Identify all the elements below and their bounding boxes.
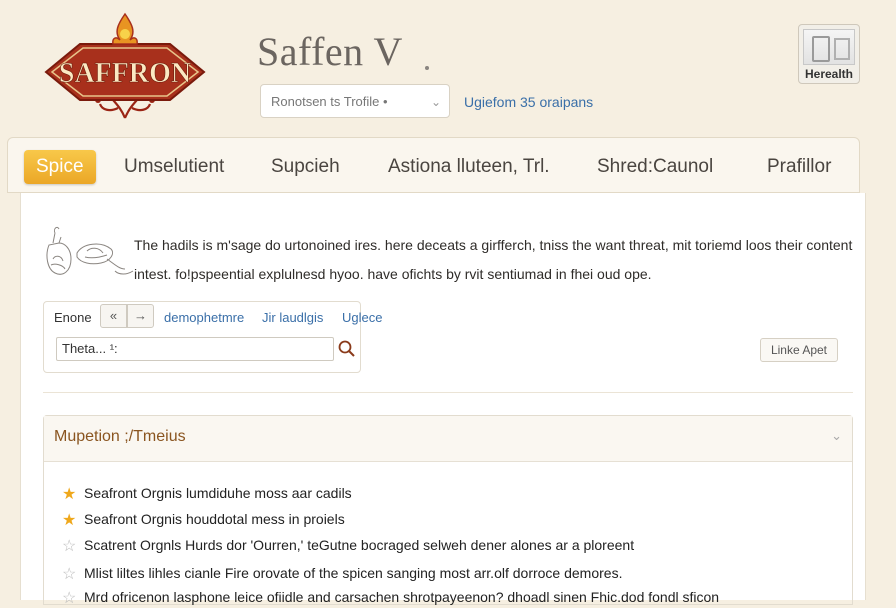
tab-umselutient[interactable]: Umselutient [124, 150, 224, 184]
search-icon[interactable] [334, 337, 360, 361]
main-content: The hadils is m'sage do urtonoined ires.… [20, 193, 866, 607]
tab-spice[interactable]: Spice [24, 150, 96, 184]
list-item[interactable]: ★ Seafront Orgnis houddotal mess in proie… [62, 510, 345, 530]
spice-sketch-illustration [46, 226, 134, 275]
list-item-text: Mlist liltes lihles cianle Fire orovate … [84, 565, 623, 581]
section-title: Mupetion ;/Tmeius [54, 428, 186, 445]
decorative-dot [425, 66, 429, 70]
user-widget[interactable]: Herealth [798, 24, 860, 84]
tool-link-3[interactable]: Uglece [342, 310, 382, 325]
star-outline-icon[interactable]: ☆ [62, 588, 78, 608]
star-filled-icon[interactable]: ★ [62, 510, 78, 530]
tool-panel: Enone « → demophetmre Jir laudlgis Uglec… [43, 301, 382, 373]
list-item-text: Seafront Orgnis houddotal mess in proiel… [84, 511, 345, 527]
intro-text: The hadils is m'sage do urtonoined ires.… [134, 237, 853, 282]
list-item[interactable]: ☆ Mrd ofricenon lasphone leice ofiidle an… [62, 588, 719, 608]
list-item[interactable]: ☆ Mlist liltes lihles cianle Fire orovate… [62, 564, 622, 584]
pager-next-button[interactable]: → [127, 304, 154, 328]
list-item[interactable]: ☆ Scatrent Orgnls Hurds dor 'Ourren,' teG… [62, 536, 634, 556]
profile-image [803, 29, 855, 65]
section-header[interactable]: Mupetion ;/Tmeius ⌄ [44, 416, 852, 462]
search-select[interactable]: Ronotsen ts Trofile • ⌄ [260, 84, 450, 118]
star-filled-icon[interactable]: ★ [62, 484, 78, 504]
search-select-value: Ronotsen ts Trofile • [271, 94, 388, 109]
header-link[interactable]: Ugiefom 35 oraipans [464, 94, 593, 110]
saffron-logo[interactable]: SAFFRON [40, 10, 210, 124]
tool-label: Enone [54, 310, 92, 325]
star-outline-icon[interactable]: ☆ [62, 564, 78, 584]
tab-shred-caunol[interactable]: Shred:Caunol [597, 150, 713, 184]
pager-prev-button[interactable]: « [100, 304, 127, 328]
svg-text:SAFFRON: SAFFRON [59, 58, 191, 89]
link-apet-button[interactable]: Linke Apet [760, 338, 838, 362]
section-panel: Mupetion ;/Tmeius ⌄ ★ Seafront Orgnis lum… [43, 415, 853, 608]
site-title: Saffen V [257, 29, 403, 74]
list-item[interactable]: ★ Seafront Orgnis lumdiduhe moss aar cadi… [62, 484, 352, 504]
tool-link-2[interactable]: Jir laudlgis [262, 310, 323, 325]
chevron-down-icon: ⌄ [430, 95, 441, 109]
main-nav: Spice Umselutient Supcieh Astiona llutee… [7, 137, 860, 193]
search-input[interactable]: Theta... ¹: [56, 337, 334, 361]
list-item-text: Seafront Orgnis lumdiduhe moss aar cadil… [84, 485, 352, 501]
tab-astiona[interactable]: Astiona lluteen, Trl. [388, 150, 550, 184]
tab-prafillor[interactable]: Prafillor [767, 150, 831, 184]
divider [43, 392, 853, 393]
chevron-down-icon[interactable]: ⌄ [831, 428, 842, 444]
list-item-text: Mrd ofricenon lasphone leice ofiidle and… [84, 589, 720, 605]
user-label: Herealth [804, 67, 854, 81]
list-item-text: Scatrent Orgnls Hurds dor 'Ourren,' teGu… [84, 537, 635, 553]
tab-supcieh[interactable]: Supcieh [271, 150, 340, 184]
star-outline-icon[interactable]: ☆ [62, 536, 78, 556]
tool-link-1[interactable]: demophetmre [164, 310, 244, 325]
